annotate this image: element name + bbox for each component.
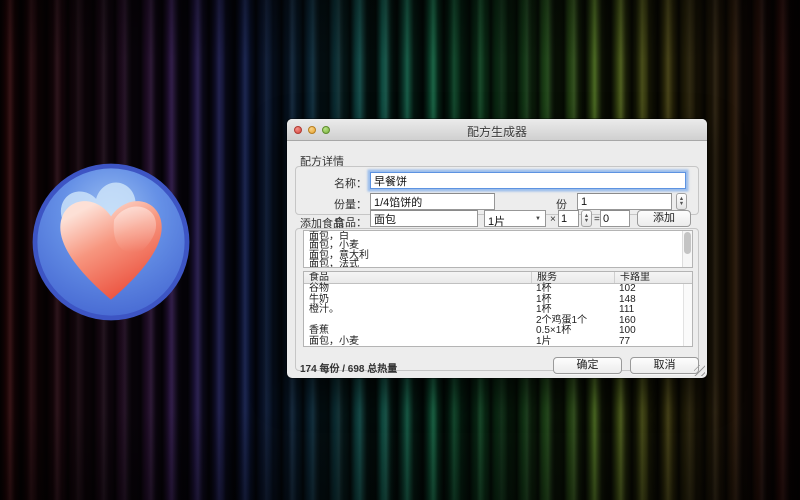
quantity-input[interactable] [558, 210, 579, 227]
list-scrollbar-thumb[interactable] [684, 232, 691, 254]
times-label: × [550, 214, 556, 225]
recipe-generator-window: 配方生成器 配方详情 名称： 份量： 份 ▲▼ 添加食品 食品： 1片 ▼ × … [287, 119, 707, 378]
cancel-button[interactable]: 取消 [630, 357, 699, 374]
heart-app-icon[interactable] [31, 162, 191, 322]
table-cell: 77 [614, 337, 693, 347]
list-item[interactable]: 面包，白 [304, 232, 682, 241]
list-scrollbar[interactable] [682, 231, 692, 267]
table-row[interactable]: 香蕉0.5×1杯100 [304, 326, 692, 337]
table-cell: 橙汁。 [304, 305, 531, 316]
table-cell: 1片 [531, 337, 614, 347]
add-button[interactable]: 添加 [637, 210, 691, 227]
serving-size-label: 份量： [307, 196, 367, 212]
table-cell: 102 [614, 284, 693, 295]
window-titlebar[interactable]: 配方生成器 [287, 119, 707, 141]
result-input[interactable] [600, 210, 630, 227]
serving-size-input[interactable] [370, 193, 495, 210]
table-row[interactable]: 谷物1杯102 [304, 284, 692, 295]
food-input[interactable] [370, 210, 478, 227]
unit-dropdown-value: 1片 [488, 216, 505, 228]
list-item[interactable]: 面包，意大利 [304, 251, 682, 260]
chevron-down-icon: ▼ [535, 216, 541, 222]
table-scrollbar[interactable] [683, 284, 692, 346]
column-header-calories[interactable]: 卡路里 [614, 272, 693, 283]
food-suggestion-listbox[interactable]: 面包，白面包，小麦面包，意大利面包，法式 [303, 230, 693, 268]
resize-grip[interactable] [694, 365, 705, 376]
food-table[interactable]: 食品 服务 卡路里 谷物1杯102牛奶1杯148橙汁。1杯1112个鸡蛋1个16… [303, 271, 693, 347]
column-header-food[interactable]: 食品 [304, 272, 531, 283]
equals-label: = [594, 214, 600, 225]
table-cell: 谷物 [304, 284, 531, 295]
ok-button[interactable]: 确定 [553, 357, 622, 374]
portions-stepper[interactable]: ▲▼ [676, 193, 687, 210]
list-item[interactable]: 面包，法式 [304, 260, 682, 268]
food-table-body: 谷物1杯102牛奶1杯148橙汁。1杯1112个鸡蛋1个160香蕉0.5×1杯1… [304, 284, 692, 347]
column-header-serving[interactable]: 服务 [531, 272, 614, 283]
food-label: 食品： [307, 214, 367, 230]
food-suggestion-list: 面包，白面包，小麦面包，意大利面包，法式 [304, 232, 682, 268]
name-input[interactable] [370, 172, 686, 189]
table-cell [304, 316, 531, 327]
table-cell: 1杯 [531, 284, 614, 295]
portions-input[interactable] [577, 193, 672, 210]
table-row[interactable]: 面包，小麦1片77 [304, 337, 692, 347]
table-cell: 面包，小麦 [304, 337, 531, 347]
name-label: 名称： [307, 175, 367, 191]
quantity-stepper[interactable]: ▲▼ [581, 210, 592, 227]
window-title: 配方生成器 [287, 123, 707, 140]
unit-dropdown[interactable]: 1片 ▼ [484, 210, 546, 227]
calorie-summary: 174 每份 / 698 总热量 [300, 360, 397, 375]
